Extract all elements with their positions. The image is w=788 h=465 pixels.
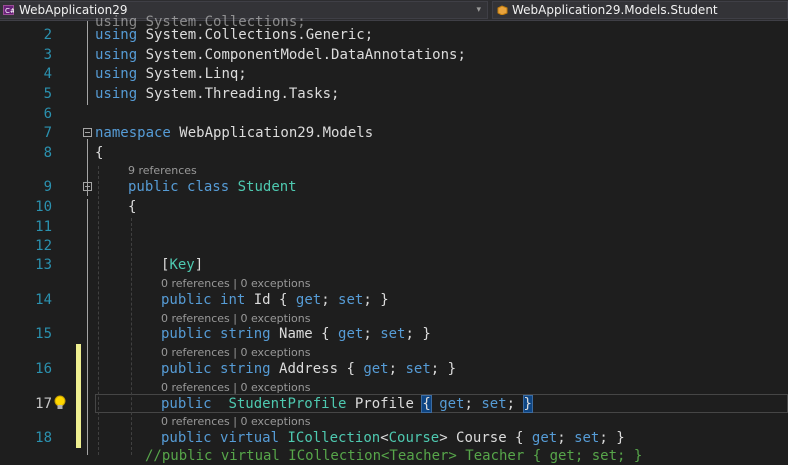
- lightbulb-icon[interactable]: [53, 395, 67, 411]
- code-line: public string Name { get; set; }: [161, 326, 431, 342]
- code-line: public string Address { get; set; }: [161, 361, 457, 377]
- change-marker: [76, 344, 81, 448]
- code-line: {: [128, 199, 137, 215]
- class-icon: [497, 5, 508, 15]
- outline-line: [87, 21, 88, 105]
- outline-line: [87, 199, 88, 455]
- line-number: 15: [35, 326, 52, 342]
- codelens-references[interactable]: 0 references | 0 exceptions: [161, 381, 310, 394]
- line-number: 18: [35, 430, 52, 446]
- line-number: 11: [35, 219, 52, 235]
- line-number: 16: [35, 361, 52, 377]
- code-line: namespace WebApplication29.Models: [95, 125, 374, 141]
- line-number: 7: [43, 125, 52, 141]
- code-line: using System.Collections.Generic;: [95, 27, 374, 43]
- line-number: 13: [35, 257, 52, 273]
- code-line: {: [95, 145, 104, 161]
- line-number: 4: [43, 66, 52, 82]
- collapse-icon[interactable]: [83, 128, 92, 137]
- code-line: public int Id { get; set; }: [161, 292, 389, 308]
- collapse-icon[interactable]: [83, 182, 92, 191]
- svg-text:C#: C#: [5, 7, 14, 15]
- line-number: 10: [35, 199, 52, 215]
- codelens-references[interactable]: 0 references | 0 exceptions: [161, 346, 310, 359]
- indent-guide: [131, 218, 132, 455]
- csharp-project-icon: C#: [3, 5, 14, 15]
- line-number: 2: [43, 27, 52, 43]
- code-line: [Key]: [161, 257, 204, 273]
- type-combo-label: WebApplication29.Models.Student: [512, 3, 718, 17]
- code-editor[interactable]: 2 3 4 5 6 7 8 9 10 11 12 13 14 15 16 17 …: [0, 14, 788, 464]
- line-number: 8: [43, 145, 52, 161]
- line-number: 5: [43, 86, 52, 102]
- line-number: 9: [43, 179, 52, 195]
- chevron-down-icon: ▾: [476, 5, 481, 15]
- line-number: 14: [35, 292, 52, 308]
- line-number: 3: [43, 47, 52, 63]
- code-line: using System.Linq;: [95, 66, 247, 82]
- code-line: public virtual ICollection<Course> Cours…: [161, 430, 625, 446]
- code-line-current: public StudentProfile Profile { get; set…: [161, 395, 533, 413]
- type-combo[interactable]: WebApplication29.Models.Student: [492, 1, 788, 19]
- line-number-current: 17: [35, 396, 52, 412]
- code-line: using System.Threading.Tasks;: [95, 86, 340, 102]
- code-line: using System.ComponentModel.DataAnnotati…: [95, 47, 466, 63]
- codelens-references[interactable]: 9 references: [128, 164, 197, 177]
- code-line: public class Student: [128, 179, 297, 195]
- codelens-references[interactable]: 0 references | 0 exceptions: [161, 415, 310, 428]
- indent-guide: [98, 166, 99, 455]
- code-line-comment: //public virtual ICollection<Teacher> Te…: [145, 448, 643, 464]
- line-number: 6: [43, 106, 52, 122]
- line-number: 12: [35, 238, 52, 254]
- codelens-references[interactable]: 0 references | 0 exceptions: [161, 312, 310, 325]
- codelens-references[interactable]: 0 references | 0 exceptions: [161, 277, 310, 290]
